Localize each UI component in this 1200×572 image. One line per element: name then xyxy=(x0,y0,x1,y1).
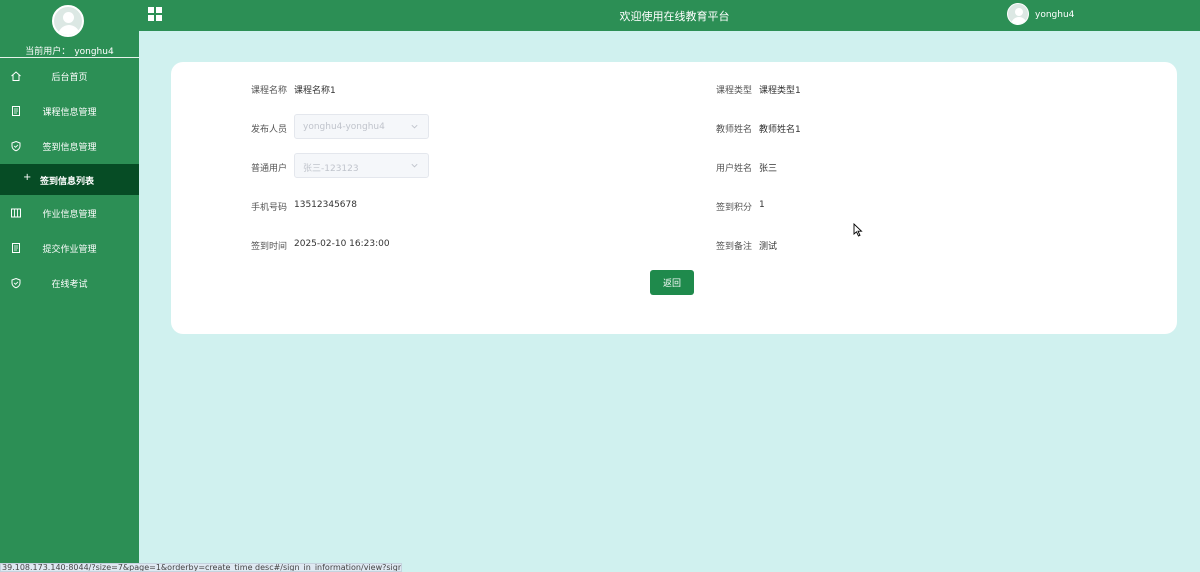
sidebar-item-label: 作业信息管理 xyxy=(42,210,97,220)
chevron-down-icon xyxy=(411,124,418,129)
course-type-label: 课程类型 xyxy=(716,86,753,96)
status-bar-url: 39.108.173.140:8044/?size=7&page=1&order… xyxy=(0,563,402,572)
header-username[interactable]: yonghu4 xyxy=(1035,10,1074,20)
user-name-label: 用户姓名 xyxy=(716,164,753,174)
regular-user-label: 普通用户 xyxy=(251,164,288,174)
regular-user-select[interactable]: 张三-123123 xyxy=(294,153,429,178)
sign-time-value: 2025-02-10 16:23:00 xyxy=(294,239,390,249)
avatar[interactable] xyxy=(52,5,84,37)
course-name-value: 课程名称1 xyxy=(294,86,336,96)
phone-value: 13512345678 xyxy=(294,200,357,210)
sidebar-subitem-label: 签到信息列表 xyxy=(40,177,95,187)
publisher-label: 发布人员 xyxy=(251,125,288,135)
detail-card: 课程名称 课程名称1 课程类型 课程类型1 发布人员 yonghu4-yongh… xyxy=(171,62,1177,334)
sidebar-item-submit-homework[interactable]: 提交作业管理 xyxy=(0,231,139,266)
chevron-down-icon xyxy=(411,163,418,168)
note-value: 测试 xyxy=(759,242,778,252)
publisher-select-value: yonghu4-yonghu4 xyxy=(303,122,385,132)
sidebar-subitem-sign-in-list[interactable]: + 签到信息列表 xyxy=(0,164,139,195)
back-button[interactable]: 返回 xyxy=(650,270,694,295)
note-label: 签到备注 xyxy=(716,242,753,252)
sidebar-item-label: 课程信息管理 xyxy=(42,108,97,118)
course-type-value: 课程类型1 xyxy=(759,86,801,96)
regular-user-select-value: 张三-123123 xyxy=(303,164,359,174)
sidebar-item-sign-in-info[interactable]: 签到信息管理 xyxy=(0,129,139,164)
current-user: 当前用户： yonghu4 xyxy=(0,44,139,57)
plus-icon: + xyxy=(23,172,32,183)
sidebar-item-homework-info[interactable]: 作业信息管理 xyxy=(0,196,139,231)
cursor-icon xyxy=(853,223,863,237)
sidebar-item-label: 签到信息管理 xyxy=(42,143,97,153)
course-name-label: 课程名称 xyxy=(251,86,288,96)
points-value: 1 xyxy=(759,200,765,210)
teacher-name-value: 教师姓名1 xyxy=(759,125,801,135)
sidebar-item-label: 提交作业管理 xyxy=(42,245,97,255)
current-user-name: yonghu4 xyxy=(74,47,114,57)
publisher-select[interactable]: yonghu4-yonghu4 xyxy=(294,114,429,139)
phone-label: 手机号码 xyxy=(251,203,288,213)
sidebar-profile: 当前用户： yonghu4 xyxy=(0,0,139,58)
user-name-value: 张三 xyxy=(759,164,778,174)
user-avatar[interactable] xyxy=(1007,3,1029,25)
sidebar-item-label: 在线考试 xyxy=(51,280,88,290)
sidebar-item-home[interactable]: 后台首页 xyxy=(0,59,139,94)
sidebar-item-label: 后台首页 xyxy=(51,73,88,83)
sidebar: 当前用户： yonghu4 后台首页 课程信息管理 签到信息管理 + 签到信息列表… xyxy=(0,0,139,572)
teacher-name-label: 教师姓名 xyxy=(716,125,753,135)
top-header: 欢迎使用在线教育平台 yonghu4 xyxy=(139,0,1200,31)
current-user-label: 当前用户： xyxy=(25,47,71,57)
points-label: 签到积分 xyxy=(716,203,753,213)
sidebar-item-course-info[interactable]: 课程信息管理 xyxy=(0,94,139,129)
sign-time-label: 签到时间 xyxy=(251,242,288,252)
sidebar-item-online-exam[interactable]: 在线考试 xyxy=(0,266,139,301)
